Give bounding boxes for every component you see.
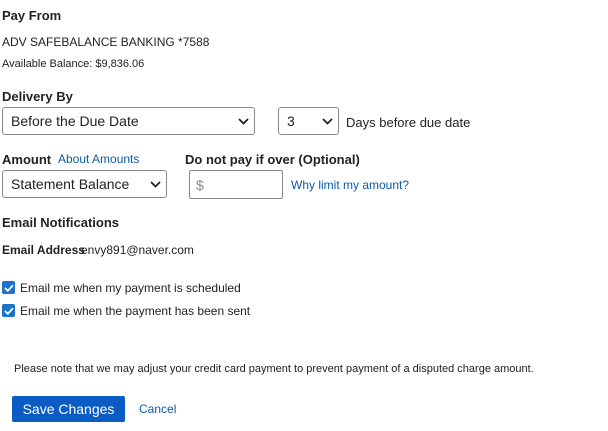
cancel-link[interactable]: Cancel: [139, 402, 176, 416]
email-heading: Email Notifications: [2, 215, 120, 230]
save-changes-button[interactable]: Save Changes: [12, 396, 125, 422]
scheduled-checkbox[interactable]: [2, 281, 15, 294]
chevron-down-icon: [144, 171, 166, 197]
currency-prefix: $: [196, 176, 204, 193]
delivery-timing-select[interactable]: Before the Due Date: [2, 107, 255, 135]
check-icon: [3, 284, 14, 292]
scheduled-label[interactable]: Email me when my payment is scheduled: [20, 281, 241, 295]
available-balance: Available Balance: $9,836.06: [2, 58, 145, 70]
sent-label[interactable]: Email me when the payment has been sent: [20, 304, 250, 318]
sent-checkbox[interactable]: [2, 304, 15, 317]
amount-select-value: Statement Balance: [11, 176, 130, 192]
delivery-days-value: 3: [287, 113, 295, 129]
days-before-label: Days before due date: [346, 115, 471, 130]
chevron-down-icon: [232, 108, 254, 134]
pay-from-account: ADV SAFEBALANCE BANKING *7588: [2, 35, 210, 49]
pay-from-heading: Pay From: [2, 8, 62, 23]
delivery-timing-value: Before the Due Date: [11, 113, 139, 129]
email-address-label: Email Address: [2, 243, 85, 257]
delivery-days-select[interactable]: 3: [278, 107, 339, 135]
disputed-charge-note: Please note that we may adjust your cred…: [14, 363, 534, 375]
amount-select[interactable]: Statement Balance: [2, 170, 167, 198]
limit-heading: Do not pay if over (Optional): [185, 152, 360, 167]
why-limit-link[interactable]: Why limit my amount?: [291, 178, 409, 192]
chevron-down-icon: [316, 108, 338, 134]
amount-heading: Amount: [2, 152, 52, 167]
email-address-value: envy891@naver.com: [81, 243, 194, 257]
limit-amount-input[interactable]: $: [189, 170, 283, 199]
check-icon: [3, 307, 14, 315]
about-amounts-link[interactable]: About Amounts: [58, 152, 139, 166]
delivery-heading: Delivery By: [2, 89, 73, 104]
